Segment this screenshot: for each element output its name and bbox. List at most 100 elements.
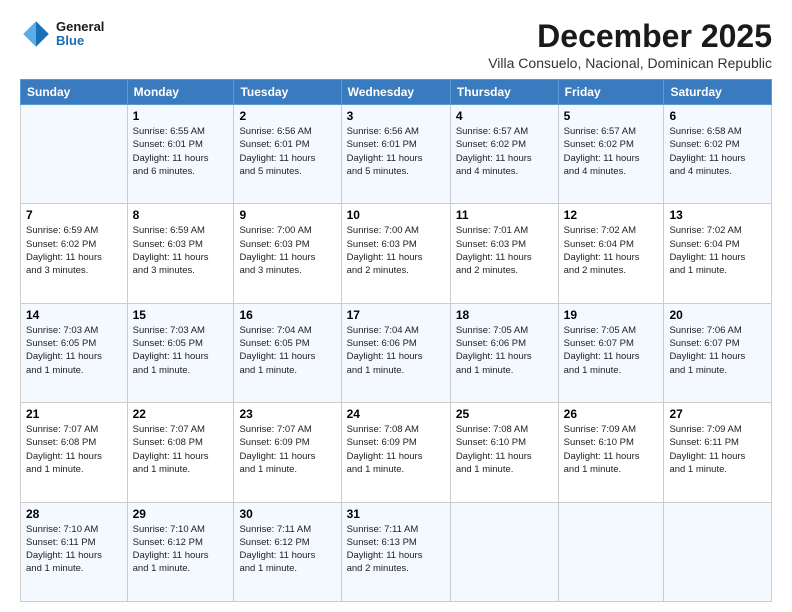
header: General Blue December 2025 Villa Consuel…: [20, 18, 772, 71]
table-cell: 11 Sunrise: 7:01 AM Sunset: 6:03 PM Dayli…: [450, 204, 558, 303]
day-info: Sunrise: 7:10 AM Sunset: 6:11 PM Dayligh…: [26, 523, 122, 576]
title-block: December 2025 Villa Consuelo, Nacional, …: [488, 18, 772, 71]
day-number: 1: [133, 109, 229, 123]
day-info: Sunrise: 7:10 AM Sunset: 6:12 PM Dayligh…: [133, 523, 229, 576]
table-cell: 6 Sunrise: 6:58 AM Sunset: 6:02 PM Daylig…: [664, 105, 772, 204]
day-number: 20: [669, 308, 766, 322]
location-title: Villa Consuelo, Nacional, Dominican Repu…: [488, 55, 772, 71]
table-cell: 27 Sunrise: 7:09 AM Sunset: 6:11 PM Dayli…: [664, 403, 772, 502]
day-info: Sunrise: 7:05 AM Sunset: 6:07 PM Dayligh…: [564, 324, 659, 377]
day-number: 25: [456, 407, 553, 421]
day-info: Sunrise: 7:07 AM Sunset: 6:08 PM Dayligh…: [26, 423, 122, 476]
day-info: Sunrise: 7:04 AM Sunset: 6:05 PM Dayligh…: [239, 324, 335, 377]
logo-general: General: [56, 19, 104, 34]
table-cell: 26 Sunrise: 7:09 AM Sunset: 6:10 PM Dayli…: [558, 403, 664, 502]
day-info: Sunrise: 6:55 AM Sunset: 6:01 PM Dayligh…: [133, 125, 229, 178]
table-cell: [21, 105, 128, 204]
day-number: 31: [347, 507, 445, 521]
table-cell: 8 Sunrise: 6:59 AM Sunset: 6:03 PM Daylig…: [127, 204, 234, 303]
col-monday: Monday: [127, 80, 234, 105]
day-number: 2: [239, 109, 335, 123]
day-info: Sunrise: 7:05 AM Sunset: 6:06 PM Dayligh…: [456, 324, 553, 377]
table-cell: 19 Sunrise: 7:05 AM Sunset: 6:07 PM Dayli…: [558, 303, 664, 402]
day-number: 11: [456, 208, 553, 222]
day-info: Sunrise: 7:04 AM Sunset: 6:06 PM Dayligh…: [347, 324, 445, 377]
table-cell: 12 Sunrise: 7:02 AM Sunset: 6:04 PM Dayli…: [558, 204, 664, 303]
day-info: Sunrise: 7:02 AM Sunset: 6:04 PM Dayligh…: [564, 224, 659, 277]
day-info: Sunrise: 7:07 AM Sunset: 6:08 PM Dayligh…: [133, 423, 229, 476]
day-info: Sunrise: 7:08 AM Sunset: 6:09 PM Dayligh…: [347, 423, 445, 476]
day-number: 17: [347, 308, 445, 322]
table-cell: 29 Sunrise: 7:10 AM Sunset: 6:12 PM Dayli…: [127, 502, 234, 601]
table-cell: 3Sunrise: 6:56 AM Sunset: 6:01 PM Daylig…: [341, 105, 450, 204]
day-info: Sunrise: 7:01 AM Sunset: 6:03 PM Dayligh…: [456, 224, 553, 277]
day-info: Sunrise: 6:58 AM Sunset: 6:02 PM Dayligh…: [669, 125, 766, 178]
col-thursday: Thursday: [450, 80, 558, 105]
day-info: Sunrise: 6:56 AM Sunset: 6:01 PM Dayligh…: [239, 125, 335, 178]
day-info: Sunrise: 7:00 AM Sunset: 6:03 PM Dayligh…: [347, 224, 445, 277]
header-row: Sunday Monday Tuesday Wednesday Thursday…: [21, 80, 772, 105]
col-wednesday: Wednesday: [341, 80, 450, 105]
day-number: 29: [133, 507, 229, 521]
day-info: Sunrise: 7:09 AM Sunset: 6:11 PM Dayligh…: [669, 423, 766, 476]
day-number: 16: [239, 308, 335, 322]
day-number: 4: [456, 109, 553, 123]
day-number: 19: [564, 308, 659, 322]
table-cell: 7 Sunrise: 6:59 AM Sunset: 6:02 PM Daylig…: [21, 204, 128, 303]
week-row-1: 1 Sunrise: 6:55 AM Sunset: 6:01 PM Daylig…: [21, 105, 772, 204]
table-cell: 20 Sunrise: 7:06 AM Sunset: 6:07 PM Dayli…: [664, 303, 772, 402]
day-info: Sunrise: 7:11 AM Sunset: 6:13 PM Dayligh…: [347, 523, 445, 576]
logo-text: General Blue: [56, 20, 104, 49]
table-cell: 30 Sunrise: 7:11 AM Sunset: 6:12 PM Dayli…: [234, 502, 341, 601]
day-info: Sunrise: 7:09 AM Sunset: 6:10 PM Dayligh…: [564, 423, 659, 476]
day-info: Sunrise: 7:00 AM Sunset: 6:03 PM Dayligh…: [239, 224, 335, 277]
day-number: 23: [239, 407, 335, 421]
logo-icon: [20, 18, 52, 50]
day-info: Sunrise: 7:06 AM Sunset: 6:07 PM Dayligh…: [669, 324, 766, 377]
day-number: 12: [564, 208, 659, 222]
day-number: 28: [26, 507, 122, 521]
col-saturday: Saturday: [664, 80, 772, 105]
day-number: 22: [133, 407, 229, 421]
day-info: Sunrise: 7:03 AM Sunset: 6:05 PM Dayligh…: [26, 324, 122, 377]
day-number: 8: [133, 208, 229, 222]
col-tuesday: Tuesday: [234, 80, 341, 105]
day-info: Sunrise: 7:11 AM Sunset: 6:12 PM Dayligh…: [239, 523, 335, 576]
page: General Blue December 2025 Villa Consuel…: [0, 0, 792, 612]
table-cell: 17 Sunrise: 7:04 AM Sunset: 6:06 PM Dayli…: [341, 303, 450, 402]
logo-blue: Blue: [56, 33, 84, 48]
day-number: 30: [239, 507, 335, 521]
table-cell: 18 Sunrise: 7:05 AM Sunset: 6:06 PM Dayli…: [450, 303, 558, 402]
table-cell: 2 Sunrise: 6:56 AM Sunset: 6:01 PM Daylig…: [234, 105, 341, 204]
table-cell: 24 Sunrise: 7:08 AM Sunset: 6:09 PM Dayli…: [341, 403, 450, 502]
table-cell: 28 Sunrise: 7:10 AM Sunset: 6:11 PM Dayli…: [21, 502, 128, 601]
table-cell: 1 Sunrise: 6:55 AM Sunset: 6:01 PM Daylig…: [127, 105, 234, 204]
week-row-2: 7 Sunrise: 6:59 AM Sunset: 6:02 PM Daylig…: [21, 204, 772, 303]
day-info: Sunrise: 7:08 AM Sunset: 6:10 PM Dayligh…: [456, 423, 553, 476]
day-info: Sunrise: 7:07 AM Sunset: 6:09 PM Dayligh…: [239, 423, 335, 476]
table-cell: 22 Sunrise: 7:07 AM Sunset: 6:08 PM Dayli…: [127, 403, 234, 502]
day-info: Sunrise: 6:59 AM Sunset: 6:02 PM Dayligh…: [26, 224, 122, 277]
table-cell: 25 Sunrise: 7:08 AM Sunset: 6:10 PM Dayli…: [450, 403, 558, 502]
day-number: 6: [669, 109, 766, 123]
day-number: 10: [347, 208, 445, 222]
day-info: Sunrise: 6:56 AM Sunset: 6:01 PM Dayligh…: [347, 125, 445, 178]
day-number: 7: [26, 208, 122, 222]
day-number: 24: [347, 407, 445, 421]
day-number: 9: [239, 208, 335, 222]
day-number: 18: [456, 308, 553, 322]
day-number: 27: [669, 407, 766, 421]
table-cell: 31 Sunrise: 7:11 AM Sunset: 6:13 PM Dayli…: [341, 502, 450, 601]
table-cell: 9 Sunrise: 7:00 AM Sunset: 6:03 PM Daylig…: [234, 204, 341, 303]
day-number: 14: [26, 308, 122, 322]
day-number: 15: [133, 308, 229, 322]
table-cell: [558, 502, 664, 601]
day-info: Sunrise: 6:57 AM Sunset: 6:02 PM Dayligh…: [564, 125, 659, 178]
day-number: 21: [26, 407, 122, 421]
table-cell: 13Sunrise: 7:02 AM Sunset: 6:04 PM Dayli…: [664, 204, 772, 303]
day-info: Sunrise: 6:59 AM Sunset: 6:03 PM Dayligh…: [133, 224, 229, 277]
table-cell: 5Sunrise: 6:57 AM Sunset: 6:02 PM Daylig…: [558, 105, 664, 204]
day-number: 26: [564, 407, 659, 421]
table-cell: [664, 502, 772, 601]
day-info: Sunrise: 7:02 AM Sunset: 6:04 PM Dayligh…: [669, 224, 766, 277]
